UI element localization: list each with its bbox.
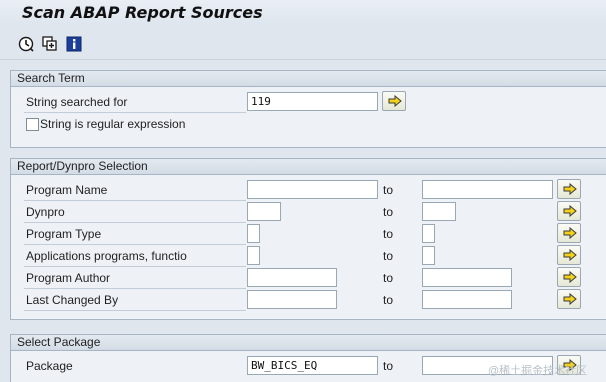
arrow-right-icon — [563, 249, 577, 261]
program-type-label: Program Type — [26, 227, 102, 241]
applications-programs-from-field[interactable] — [247, 246, 260, 265]
title-bar: Scan ABAP Report Sources — [0, 0, 606, 27]
program-name-multiple-selection-button[interactable] — [557, 179, 581, 199]
dynpro-to-label: to — [383, 205, 394, 219]
dynpro-to-field[interactable] — [422, 202, 456, 221]
package-from-field[interactable]: BW_BICS_EQ — [247, 356, 378, 375]
dynpro-label: Dynpro — [26, 205, 65, 219]
applications-programs-to-label: to — [383, 249, 394, 263]
search-string-field[interactable]: 119 — [247, 92, 378, 111]
applications-programs-multiple-selection-button[interactable] — [557, 245, 581, 265]
program-name-label: Program Name — [26, 183, 108, 197]
row-divider — [24, 310, 246, 311]
program-name-to-label: to — [383, 183, 394, 197]
applications-programs-to-field[interactable] — [422, 246, 435, 265]
last-changed-by-label: Last Changed By — [26, 293, 119, 307]
row-divider — [24, 200, 246, 201]
search-string-multiple-selection-button[interactable] — [382, 91, 406, 111]
info-icon[interactable] — [66, 36, 82, 52]
package-to-label: to — [383, 359, 394, 373]
program-name-to-field[interactable] — [422, 180, 553, 199]
last-changed-by-to-field[interactable] — [422, 290, 512, 309]
arrow-right-icon — [563, 183, 577, 195]
program-author-from-field[interactable] — [247, 268, 337, 287]
dynpro-multiple-selection-button[interactable] — [557, 201, 581, 221]
watermark: @稀土掘金技术社区 — [488, 365, 588, 377]
program-type-to-label: to — [383, 227, 394, 241]
program-type-multiple-selection-button[interactable] — [557, 223, 581, 243]
row-divider — [24, 112, 246, 113]
regex-checkbox[interactable] — [26, 118, 39, 131]
package-label: Package — [26, 359, 73, 373]
last-changed-by-to-label: to — [383, 293, 394, 307]
arrow-right-icon — [563, 271, 577, 283]
dynpro-from-field[interactable] — [247, 202, 281, 221]
program-author-to-field[interactable] — [422, 268, 512, 287]
row-divider — [24, 222, 246, 223]
copy-variant-icon[interactable] — [42, 36, 58, 52]
row-divider — [24, 244, 246, 245]
string-searched-label: String searched for — [26, 95, 128, 109]
arrow-right-icon — [563, 227, 577, 239]
report-dynpro-selection-header: Report/Dynpro Selection — [11, 159, 606, 175]
program-name-from-field[interactable] — [247, 180, 378, 199]
program-type-from-field[interactable] — [247, 224, 260, 243]
arrow-right-icon — [388, 95, 402, 107]
execute-icon[interactable] — [18, 36, 34, 52]
program-author-label: Program Author — [26, 271, 111, 285]
program-type-to-field[interactable] — [422, 224, 435, 243]
regex-label: String is regular expression — [40, 117, 186, 131]
application-toolbar — [0, 27, 606, 60]
row-divider — [24, 266, 246, 267]
arrow-right-icon — [563, 205, 577, 217]
last-changed-by-from-field[interactable] — [247, 290, 337, 309]
program-author-to-label: to — [383, 271, 394, 285]
program-author-multiple-selection-button[interactable] — [557, 267, 581, 287]
row-divider — [24, 288, 246, 289]
arrow-right-icon — [563, 293, 577, 305]
last-changed-by-multiple-selection-button[interactable] — [557, 289, 581, 309]
select-package-header: Select Package — [11, 335, 606, 351]
search-term-header: Search Term — [11, 71, 606, 87]
page-title: Scan ABAP Report Sources — [22, 3, 263, 22]
applications-programs-label: Applications programs, functio — [26, 249, 187, 263]
